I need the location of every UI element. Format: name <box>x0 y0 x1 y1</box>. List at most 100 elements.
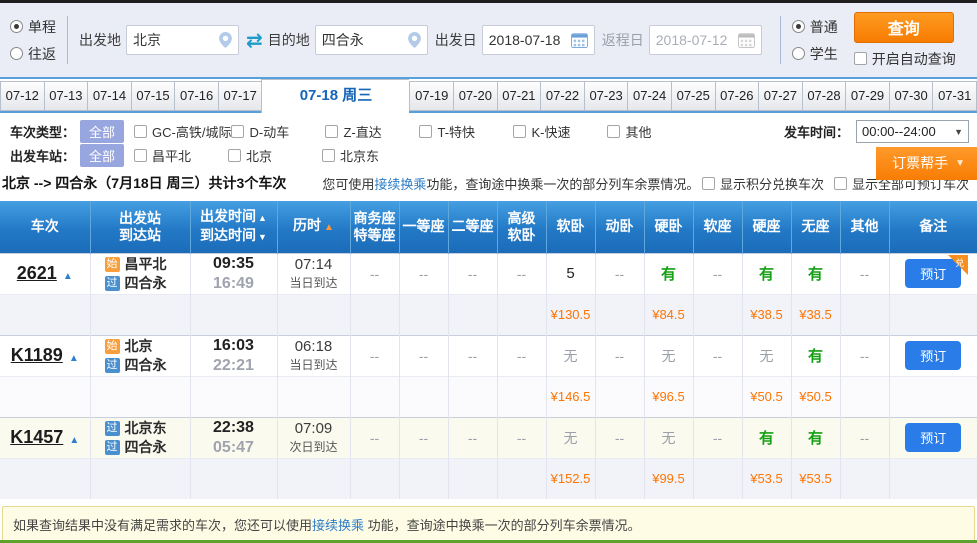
sort-asc-icon[interactable]: ▲ <box>324 222 334 233</box>
seat-availability-cell: -- <box>693 335 742 376</box>
auto-query-checkbox[interactable]: 开启自动查询 <box>854 49 956 69</box>
book-button[interactable]: 预订 <box>905 341 961 370</box>
expand-icon[interactable]: ▲ <box>63 271 73 282</box>
radio-selected-icon[interactable] <box>792 20 805 33</box>
transfer-link[interactable]: 接续换乘 <box>312 518 364 533</box>
seat-availability-cell: 无 <box>644 417 693 458</box>
seat-availability-cell: 5 <box>546 253 595 294</box>
depart-date-input[interactable]: 2018-07-18 <box>482 25 595 55</box>
header-line: 其他 <box>841 218 889 235</box>
from-input[interactable]: 北京 <box>126 25 239 55</box>
train-type-option-2[interactable]: Z-直达 <box>325 122 419 141</box>
station-name: 北京 <box>125 337 153 356</box>
expand-icon[interactable]: ▲ <box>69 435 79 446</box>
date-tab-07-16[interactable]: 07-16 <box>174 81 218 111</box>
train-type-option-4[interactable]: K-快速 <box>513 122 607 141</box>
checkbox-icon[interactable] <box>325 125 338 138</box>
station-name: 四合永 <box>125 274 167 293</box>
train-type-option-0[interactable]: GC-高铁/城际 <box>134 122 231 141</box>
date-tab-07-28[interactable]: 07-28 <box>802 81 846 111</box>
header-line: 商务座 <box>351 210 399 227</box>
student-radio[interactable]: 学生 <box>792 44 838 64</box>
date-tab-07-31[interactable]: 07-31 <box>932 81 977 111</box>
date-tab-07-25[interactable]: 07-25 <box>671 81 715 111</box>
expand-icon[interactable]: ▲ <box>69 353 79 364</box>
column-header-3[interactable]: 历时▲ <box>277 201 350 253</box>
show-points-checkbox[interactable]: 显示积分兑换车次 <box>702 174 824 193</box>
radio-icon[interactable] <box>792 47 805 60</box>
checkbox-icon[interactable] <box>513 125 526 138</box>
train-type-option-3[interactable]: T-特快 <box>419 122 513 141</box>
filter-panel: 车次类型： 全部 GC-高铁/城际D-动车Z-直达T-特快K-快速其他 发车时间… <box>0 113 977 170</box>
depart-station-all-badge[interactable]: 全部 <box>80 144 124 167</box>
sort-asc-icon[interactable]: ▲ <box>258 213 267 223</box>
column-header-2[interactable]: 出发时间▲到达时间▼ <box>190 201 277 253</box>
date-tab-07-20[interactable]: 07-20 <box>453 81 497 111</box>
checkbox-icon[interactable] <box>834 177 847 190</box>
seat-availability-cell: -- <box>693 253 742 294</box>
header-line: 备注 <box>890 218 977 235</box>
train-code-link[interactable]: K1457 <box>10 427 63 447</box>
depart-station-label: 出发车站： <box>10 146 75 165</box>
checkbox-icon[interactable] <box>322 149 335 162</box>
depart-station-option-0[interactable]: 昌平北 <box>134 146 228 165</box>
train-code-link[interactable]: K1189 <box>11 345 63 365</box>
transfer-link[interactable]: 接续换乘 <box>374 177 426 192</box>
train-type-option-1[interactable]: D-动车 <box>231 122 325 141</box>
date-tab-07-23[interactable]: 07-23 <box>584 81 628 111</box>
radio-icon[interactable] <box>10 47 23 60</box>
header-line: 无座 <box>792 218 840 235</box>
checkbox-icon[interactable] <box>134 149 147 162</box>
date-tab-07-13[interactable]: 07-13 <box>44 81 88 111</box>
book-wrap: 预订 <box>905 423 961 452</box>
station-line: 过四合永 <box>105 274 190 293</box>
date-tab-07-24[interactable]: 07-24 <box>627 81 671 111</box>
checkbox-icon[interactable] <box>419 125 432 138</box>
train-type-label: 车次类型： <box>10 122 75 141</box>
normal-radio[interactable]: 普通 <box>792 17 838 37</box>
date-tab-07-18[interactable]: 07-18 周三 <box>261 79 409 113</box>
date-tab-07-14[interactable]: 07-14 <box>87 81 131 111</box>
arrival-day-note: 当日到达 <box>278 275 350 292</box>
round-trip-radio[interactable]: 往返 <box>10 44 56 64</box>
checkbox-icon[interactable] <box>854 52 867 65</box>
to-input[interactable]: 四合永 <box>315 25 428 55</box>
checkbox-icon[interactable] <box>607 125 620 138</box>
price-cell <box>497 294 546 335</box>
swap-stations-icon[interactable]: ⇄ <box>246 28 263 53</box>
checkbox-icon[interactable] <box>702 177 715 190</box>
calendar-icon[interactable] <box>571 33 588 48</box>
train-type-option-5[interactable]: 其他 <box>607 122 701 141</box>
date-tab-07-29[interactable]: 07-29 <box>845 81 889 111</box>
book-button[interactable]: 预订 <box>905 423 961 452</box>
query-button[interactable]: 查询 <box>854 12 954 43</box>
date-tab-07-22[interactable]: 07-22 <box>540 81 584 111</box>
column-header-5: 一等座 <box>399 201 448 253</box>
sort-desc-icon[interactable]: ▼ <box>258 232 267 242</box>
checkbox-icon[interactable] <box>231 125 244 138</box>
date-tab-07-19[interactable]: 07-19 <box>409 81 453 111</box>
depart-station-option-2[interactable]: 北京东 <box>322 146 416 165</box>
train-type-all-badge[interactable]: 全部 <box>80 120 124 143</box>
radio-selected-icon[interactable] <box>10 20 23 33</box>
date-tab-07-17[interactable]: 07-17 <box>218 81 262 111</box>
seat-availability-cell: -- <box>595 335 644 376</box>
date-tab-07-27[interactable]: 07-27 <box>758 81 802 111</box>
header-line: 硬座 <box>743 218 791 235</box>
date-tab-07-30[interactable]: 07-30 <box>889 81 933 111</box>
header-line: 软卧 <box>498 227 546 244</box>
date-tab-07-15[interactable]: 07-15 <box>131 81 175 111</box>
train-code-link[interactable]: 2621 <box>17 263 57 283</box>
checkbox-icon[interactable] <box>134 125 147 138</box>
date-tab-07-12[interactable]: 07-12 <box>0 81 44 111</box>
checkbox-icon[interactable] <box>228 149 241 162</box>
price-row-K1457: ¥152.5¥99.5¥53.5¥53.5 <box>0 458 977 499</box>
depart-time-select[interactable]: 00:00--24:00 ▼ <box>856 120 969 143</box>
date-tab-07-26[interactable]: 07-26 <box>715 81 759 111</box>
duration-value: 07:09 <box>278 419 350 439</box>
depart-station-option-1[interactable]: 北京 <box>228 146 322 165</box>
one-way-radio[interactable]: 单程 <box>10 17 56 37</box>
date-tab-07-21[interactable]: 07-21 <box>497 81 541 111</box>
booking-helper-button[interactable]: 订票帮手 ▼ <box>876 147 977 180</box>
depart-station-options: 昌平北北京北京东 <box>134 146 416 165</box>
